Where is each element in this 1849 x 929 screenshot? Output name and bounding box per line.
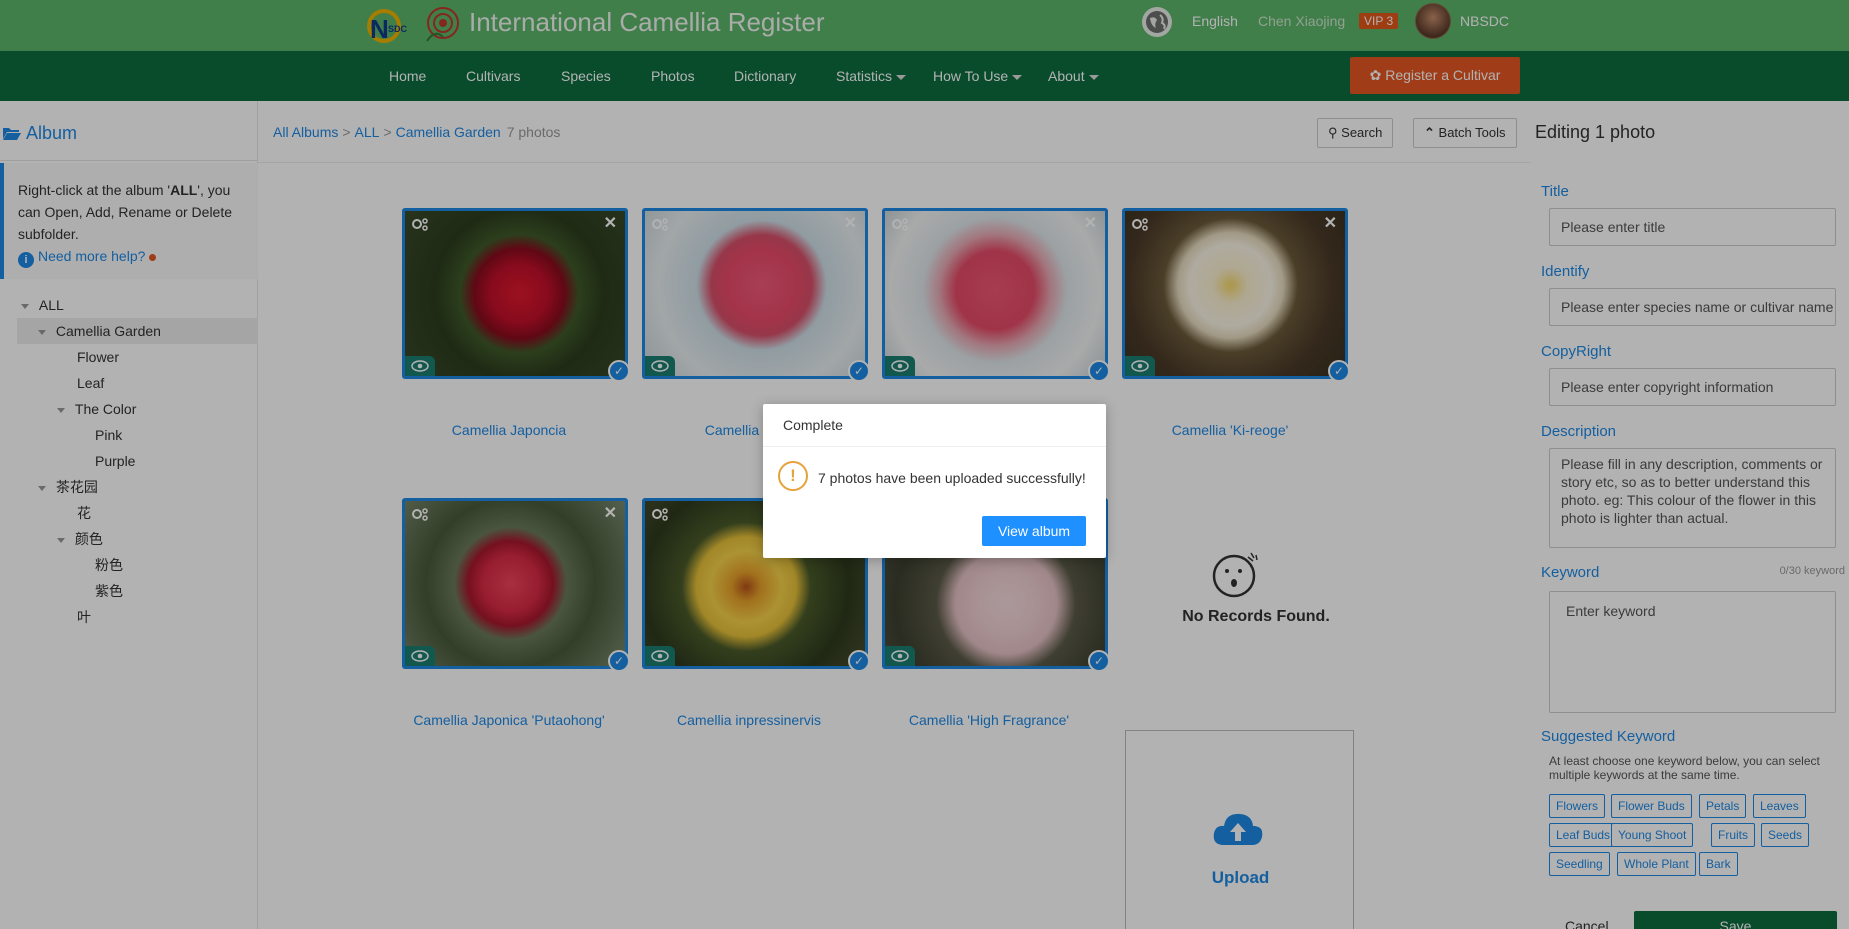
dialog-header: Complete	[763, 404, 1106, 447]
exclamation-icon: !	[778, 461, 808, 491]
dialog-title: Complete	[783, 417, 843, 433]
dialog-message: 7 photos have been uploaded successfully…	[818, 470, 1086, 486]
view-album-button[interactable]: View album	[982, 516, 1086, 546]
upload-complete-dialog: Complete ! 7 photos have been uploaded s…	[763, 404, 1106, 558]
